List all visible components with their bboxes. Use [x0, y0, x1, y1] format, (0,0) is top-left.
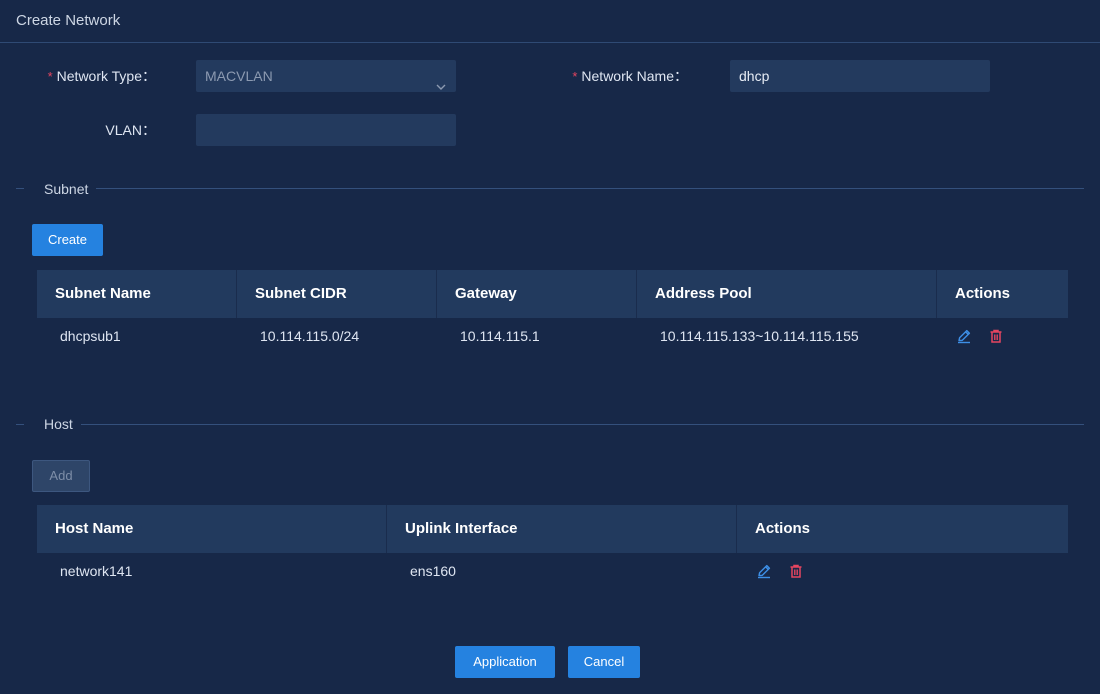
column-header: Host Name	[37, 505, 387, 553]
dialog-title: Create Network	[16, 12, 121, 29]
pencil-icon[interactable]	[756, 563, 772, 579]
table-row: network141 ens160	[37, 553, 1068, 589]
actions-cell	[937, 318, 1068, 354]
subnet-cidr-cell: 10.114.115.0/24	[260, 328, 360, 344]
host-table: Host Name Uplink Interface Actions netwo…	[37, 505, 1068, 589]
host-name-cell: network141	[60, 563, 133, 579]
network-name-label-text: Network Name：	[581, 68, 688, 84]
required-mark: *	[572, 69, 578, 84]
cancel-button[interactable]: Cancel	[568, 646, 640, 678]
application-button[interactable]: Application	[455, 646, 555, 678]
table-row: dhcpsub1 10.114.115.0/24 10.114.115.1 10…	[37, 318, 1068, 354]
trash-icon[interactable]	[788, 563, 804, 579]
network-name-label: * Network Name：	[560, 60, 688, 92]
uplink-interface-cell: ens160	[410, 563, 456, 579]
subnet-divider	[16, 188, 1084, 189]
subnet-section-title: Subnet	[24, 179, 97, 199]
column-header: Uplink Interface	[387, 505, 737, 553]
subnet-name-cell: dhcpsub1	[60, 328, 121, 344]
host-table-header: Host Name Uplink Interface Actions	[37, 505, 1068, 553]
network-type-label: * Network Type：	[38, 60, 156, 92]
network-type-label-text: Network Type：	[56, 68, 156, 84]
vlan-input[interactable]	[196, 114, 456, 146]
add-host-button[interactable]: Add	[32, 460, 90, 492]
column-header: Actions	[955, 285, 1011, 302]
host-divider	[16, 424, 1084, 425]
trash-icon[interactable]	[988, 328, 1004, 344]
required-mark: *	[47, 69, 53, 84]
actions-cell	[737, 553, 1068, 589]
column-header: Address Pool	[637, 270, 937, 318]
column-header: Subnet CIDR	[237, 270, 437, 318]
subnet-table: Subnet Name Subnet CIDR Gateway Address …	[37, 270, 1068, 354]
address-pool-cell: 10.114.115.133~10.114.115.155	[660, 328, 859, 344]
column-header: Gateway	[437, 270, 637, 318]
dialog-header: Create Network	[0, 0, 1100, 43]
column-header: Actions	[755, 520, 811, 537]
vlan-label: VLAN：	[60, 114, 156, 146]
chevron-down-icon	[436, 71, 446, 90]
network-type-select[interactable]: MACVLAN	[196, 60, 456, 92]
column-header: Subnet Name	[37, 270, 237, 318]
host-section-title: Host	[24, 414, 81, 434]
network-name-input[interactable]: dhcp	[730, 60, 990, 92]
gateway-cell: 10.114.115.1	[460, 328, 540, 344]
subnet-table-header: Subnet Name Subnet CIDR Gateway Address …	[37, 270, 1068, 318]
create-subnet-button[interactable]: Create	[32, 224, 103, 256]
network-type-value: MACVLAN	[205, 68, 273, 84]
network-name-value: dhcp	[739, 68, 770, 84]
pencil-icon[interactable]	[956, 328, 972, 344]
vlan-label-text: VLAN：	[105, 122, 156, 138]
